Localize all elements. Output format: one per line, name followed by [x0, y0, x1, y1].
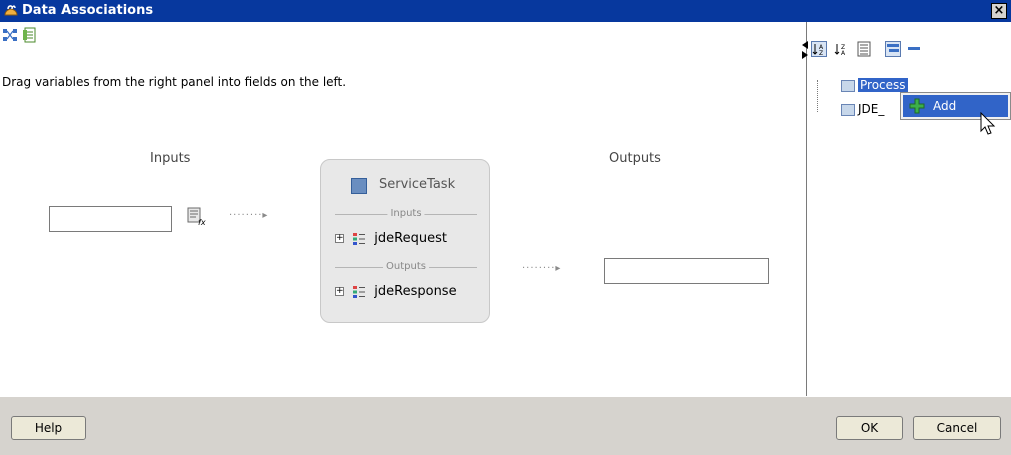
inputs-heading: Inputs: [150, 151, 191, 166]
expand-icon[interactable]: +: [335, 234, 344, 243]
list-view-icon[interactable]: [856, 41, 872, 57]
tree-item-jde[interactable]: JDE_: [841, 101, 884, 117]
menu-item-add-label: Add: [933, 99, 957, 113]
button-bar: Help OK Cancel: [0, 396, 1011, 455]
expand-icon[interactable]: +: [335, 287, 344, 296]
jde-response-item[interactable]: + jdeResponse: [335, 284, 457, 302]
svg-text:fx: fx: [198, 218, 206, 226]
svg-text:A: A: [841, 50, 846, 57]
sort-descending-icon[interactable]: Z A: [833, 41, 849, 57]
outputs-section-label: Outputs: [383, 261, 429, 272]
structure-icon: [353, 232, 366, 245]
jde-request-label: jdeRequest: [374, 231, 447, 246]
instruction-text: Drag variables from the right panel into…: [2, 75, 347, 89]
expand-all-icon[interactable]: [885, 41, 901, 57]
title-bar: Data Associations ×: [0, 0, 1011, 22]
mapping-panel: Drag variables from the right panel into…: [0, 22, 804, 396]
data-associations-dialog: Data Associations × Drag variables from …: [0, 0, 1011, 455]
auto-map-icon[interactable]: [2, 27, 18, 43]
jde-request-item[interactable]: + jdeRequest: [335, 231, 447, 249]
input-connector-arrow: ········▸: [229, 210, 269, 221]
service-task-icon: [351, 178, 367, 194]
tree-guide-line: [817, 80, 819, 112]
mouse-cursor-icon: [980, 112, 996, 135]
input-expression-field[interactable]: [49, 206, 172, 232]
tree-item-jde-label: JDE_: [858, 102, 885, 116]
inputs-section-label: Inputs: [387, 208, 425, 219]
jde-response-label: jdeResponse: [374, 284, 457, 299]
outputs-heading: Outputs: [609, 151, 661, 166]
collapse-all-icon[interactable]: [906, 41, 922, 57]
help-button[interactable]: Help: [11, 416, 86, 440]
close-button[interactable]: ×: [991, 3, 1007, 19]
document-icon[interactable]: [22, 27, 38, 43]
sort-ascending-icon[interactable]: A Z: [811, 41, 827, 57]
expression-builder-icon[interactable]: fx: [186, 206, 206, 226]
output-connector-arrow: ········▸: [522, 263, 562, 274]
window-title: Data Associations: [22, 3, 154, 18]
variable-icon: [841, 103, 855, 116]
splitter-arrows-icon[interactable]: [802, 41, 808, 59]
structure-icon: [353, 285, 366, 298]
tree-item-process[interactable]: Process: [841, 77, 908, 93]
app-icon: [4, 5, 18, 16]
svg-text:Z: Z: [819, 50, 823, 57]
output-expression-field[interactable]: [604, 258, 769, 284]
add-icon: [909, 98, 925, 114]
variables-panel: A Z Z A Process JDE_: [802, 22, 1011, 396]
inputs-separator: Inputs: [335, 208, 477, 219]
service-task-title: ServiceTask: [379, 177, 456, 192]
ok-button[interactable]: OK: [836, 416, 903, 440]
variable-icon: [841, 79, 855, 92]
outputs-separator: Outputs: [335, 261, 477, 272]
cancel-button[interactable]: Cancel: [913, 416, 1001, 440]
close-icon: ×: [993, 3, 1005, 18]
service-task-box: ServiceTask Inputs + jdeRequest Outputs …: [320, 159, 490, 323]
tree-item-process-label: Process: [858, 78, 908, 92]
